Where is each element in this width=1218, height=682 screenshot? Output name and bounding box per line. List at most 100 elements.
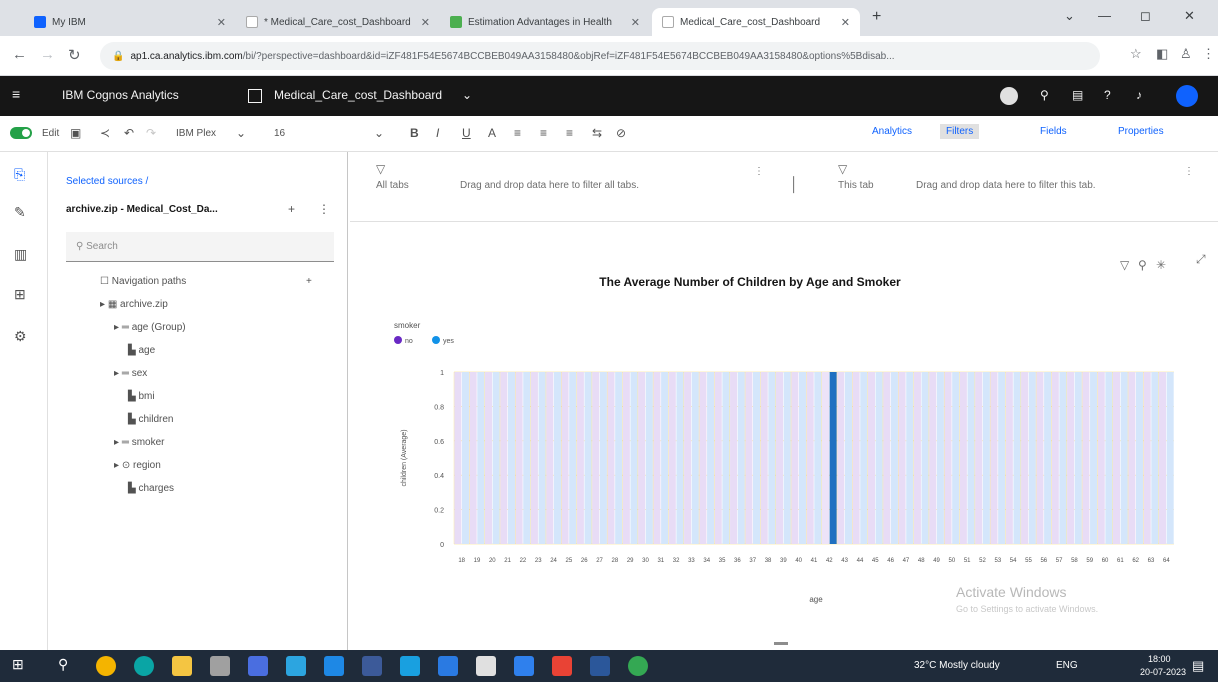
tree-item-smoker[interactable]: ▸ ═ smoker	[114, 437, 164, 448]
more-menu-icon[interactable]: ⋮	[1202, 46, 1215, 62]
star-icon[interactable]: ☆	[1130, 46, 1142, 62]
assistant-icon[interactable]	[1000, 87, 1018, 105]
close-tab-icon[interactable]: ✕	[421, 16, 430, 29]
app-icon[interactable]	[400, 656, 420, 676]
close-tab-icon[interactable]: ✕	[217, 16, 226, 29]
chat-icon[interactable]: ▤	[1072, 88, 1083, 102]
dashboard-name[interactable]: Medical_Care_cost_Dashboard	[274, 88, 442, 102]
close-tab-icon[interactable]: ✕	[841, 16, 850, 29]
font-family-select[interactable]: IBM Plex	[176, 128, 216, 139]
tree-item-navigation-paths[interactable]: ☐ Navigation paths	[100, 276, 186, 287]
clock-date[interactable]: 20-07-2023	[1140, 667, 1186, 677]
fields-button[interactable]: Fields	[1040, 126, 1067, 137]
properties-button[interactable]: Properties	[1118, 126, 1164, 137]
close-tab-icon[interactable]: ✕	[631, 16, 640, 29]
search-icon[interactable]: ⚲	[1040, 88, 1049, 102]
redo-icon[interactable]: ↷	[146, 126, 156, 140]
back-arrow-icon[interactable]: ←	[12, 46, 27, 63]
word-icon[interactable]	[590, 656, 610, 676]
widgets-panel-icon[interactable]: ⊞	[14, 286, 26, 303]
all-tabs-drop-zone[interactable]: Drag and drop data here to filter all ta…	[460, 180, 639, 191]
wrap-icon[interactable]: ⇆	[592, 126, 602, 140]
font-size-select[interactable]: 16	[274, 128, 285, 139]
this-tab-drop-zone[interactable]: Drag and drop data here to filter this t…	[916, 180, 1096, 191]
browser-tab-estimation[interactable]: Estimation Advantages in Health ✕	[440, 8, 650, 36]
divider-handle[interactable]: │	[790, 176, 799, 192]
edit-mode-toggle[interactable]	[10, 127, 32, 139]
visualizations-icon[interactable]: ▥	[14, 246, 27, 263]
pin-icon[interactable]: ✎	[14, 204, 26, 221]
tree-item-age[interactable]: ▙ age	[128, 345, 155, 356]
underline-icon[interactable]: U	[462, 126, 471, 140]
tree-item-bmi[interactable]: ▙ bmi	[128, 391, 155, 402]
source-name[interactable]: archive.zip - Medical_Cost_Da...	[66, 204, 218, 215]
notification-center-icon[interactable]: ▤	[1192, 658, 1204, 674]
resize-handle[interactable]	[774, 642, 788, 645]
chrome-active-icon[interactable]	[552, 656, 572, 676]
bold-icon[interactable]: B	[410, 126, 419, 140]
reload-icon[interactable]: ↻	[68, 46, 81, 64]
add-source-icon[interactable]: +	[288, 202, 295, 216]
tree-item-sex[interactable]: ▸ ═ sex	[114, 368, 147, 379]
chevron-right-icon[interactable]: ▸	[114, 460, 122, 471]
widgets-icon[interactable]: ▣	[70, 126, 81, 140]
app-icon[interactable]	[248, 656, 268, 676]
vscode-icon[interactable]	[514, 656, 534, 676]
browser-tab-dashboard-active[interactable]: Medical_Care_cost_Dashboard ✕	[652, 8, 860, 36]
search-icon[interactable]: ⚲	[58, 656, 78, 676]
edge-icon[interactable]	[134, 656, 154, 676]
app-icon[interactable]	[628, 656, 648, 676]
notifications-icon[interactable]: ♪	[1136, 88, 1142, 102]
profile-icon[interactable]: ♙	[1180, 46, 1192, 62]
assets-icon[interactable]: ⚙	[14, 328, 27, 345]
avatar[interactable]	[1176, 85, 1198, 107]
clear-format-icon[interactable]: ⊘	[616, 126, 626, 140]
browser-tab-dashboard-draft[interactable]: * Medical_Care_cost_Dashboard ✕	[236, 8, 440, 36]
tab-search-button[interactable]: ⌄	[1064, 8, 1075, 24]
chevron-down-icon[interactable]: ⌄	[462, 88, 472, 102]
filters-button[interactable]: Filters	[940, 124, 980, 139]
close-window-button[interactable]: ✕	[1184, 8, 1195, 24]
tree-item-archive-zip[interactable]: ▸ ▦ archive.zip	[100, 299, 168, 310]
bar-chart[interactable]: The Average Number of Children by Age an…	[350, 222, 1218, 650]
analytics-button[interactable]: Analytics	[872, 126, 912, 137]
data-sources-icon[interactable]: ⎘	[14, 166, 25, 183]
minimize-button[interactable]: —	[1098, 8, 1111, 23]
new-tab-button[interactable]: +	[872, 8, 881, 26]
extension-icon[interactable]: ◧	[1156, 46, 1168, 62]
app-icon[interactable]	[286, 656, 306, 676]
search-input[interactable]: ⚲ Search	[66, 232, 334, 262]
mail-icon[interactable]	[324, 656, 344, 676]
align-center-icon[interactable]: ≡	[540, 126, 547, 140]
tree-item-charges[interactable]: ▙ charges	[128, 483, 174, 494]
sources-breadcrumb[interactable]: Selected sources /	[66, 176, 148, 187]
hamburger-menu-icon[interactable]: ≡	[12, 86, 20, 102]
undo-icon[interactable]: ↶	[124, 126, 134, 140]
align-left-icon[interactable]: ≡	[514, 126, 521, 140]
file-explorer-icon[interactable]	[172, 656, 192, 676]
help-icon[interactable]: ?	[1104, 88, 1111, 102]
weather-widget[interactable]: 32°C Mostly cloudy	[914, 660, 1000, 671]
tree-item-children[interactable]: ▙ children	[128, 414, 174, 425]
chrome-icon[interactable]	[96, 656, 116, 676]
app-icon[interactable]	[476, 656, 496, 676]
add-navigation-path-icon[interactable]: +	[306, 276, 312, 287]
italic-icon[interactable]: I	[436, 126, 439, 140]
browser-tab-my-ibm[interactable]: My IBM ✕	[24, 8, 236, 36]
chevron-right-icon[interactable]: ▸	[114, 322, 122, 333]
tree-item-region[interactable]: ▸ ⊙ region	[114, 460, 161, 471]
chevron-right-icon[interactable]: ▸	[114, 437, 122, 448]
more-options-icon[interactable]: ⋮	[1184, 166, 1194, 177]
align-right-icon[interactable]: ≡	[566, 126, 573, 140]
app-icon[interactable]	[362, 656, 382, 676]
url-field[interactable]: 🔒 ap1.ca.analytics.ibm.com /bi/?perspect…	[100, 42, 1100, 70]
more-options-icon[interactable]: ⋮	[754, 166, 764, 177]
chevron-down-icon[interactable]: ⌄	[236, 126, 246, 140]
app-icon[interactable]	[438, 656, 458, 676]
text-color-icon[interactable]: A	[488, 126, 496, 140]
maximize-button[interactable]: ◻	[1140, 8, 1151, 24]
clock-time[interactable]: 18:00	[1148, 654, 1171, 664]
chevron-down-icon[interactable]: ⌄	[374, 126, 384, 140]
language-indicator[interactable]: ENG	[1056, 660, 1078, 671]
forward-arrow-icon[interactable]: →	[40, 46, 55, 63]
